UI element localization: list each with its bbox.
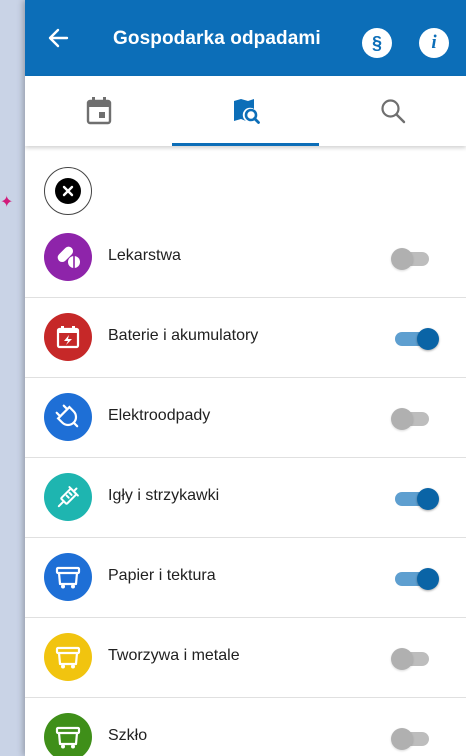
toggle-switch[interactable] (391, 726, 441, 752)
info-icon: i (431, 32, 437, 53)
list-item-baterie[interactable]: Baterie i akumulatory (25, 298, 466, 378)
pills-icon (44, 233, 92, 281)
list-item-tworzywa[interactable]: Tworzywa i metale (25, 618, 466, 698)
switch-thumb (417, 328, 439, 350)
list-item-label: Szkło (108, 727, 148, 744)
switch-thumb (417, 488, 439, 510)
bin-icon (44, 633, 92, 681)
list-item-label: Elektroodpady (108, 407, 211, 424)
switch-thumb (417, 568, 439, 590)
tab-bar (25, 76, 466, 146)
list-item-igly[interactable]: Igły i strzykawki (25, 458, 466, 538)
toggle-switch[interactable] (391, 646, 441, 672)
switch-thumb (391, 648, 413, 670)
clear-filter-button[interactable] (44, 167, 92, 215)
switch-thumb (391, 248, 413, 270)
app-window: Gospodarka odpadami § i Lekarstwa Bateri… (25, 0, 466, 756)
page-title: Gospodarka odpadami (113, 28, 321, 49)
list-item-label: Igły i strzykawki (108, 487, 220, 504)
waste-category-list: Lekarstwa Baterie i akumulatory Elektroo… (25, 146, 466, 756)
calendar-icon (86, 97, 111, 125)
search-icon (380, 99, 405, 124)
regulations-button[interactable]: § (362, 28, 392, 58)
toggle-switch[interactable] (391, 566, 441, 592)
app-bar: Gospodarka odpadami § i (25, 0, 466, 76)
toggle-switch[interactable] (391, 486, 441, 512)
toggle-switch[interactable] (391, 246, 441, 272)
clear-filter-row (25, 146, 466, 218)
list-item-label: Tworzywa i metale (108, 647, 240, 664)
info-button[interactable]: i (419, 28, 449, 58)
list-item-lekarstwa[interactable]: Lekarstwa (25, 218, 466, 298)
back-arrow-icon (48, 28, 69, 48)
tab-search[interactable] (319, 76, 466, 146)
list-item-label: Papier i tektura (108, 567, 216, 584)
battery-icon (44, 313, 92, 361)
paragraph-icon: § (371, 32, 382, 53)
switch-thumb (391, 728, 413, 750)
tab-map[interactable] (172, 76, 319, 146)
bin-icon (44, 553, 92, 601)
plug-icon (44, 393, 92, 441)
list-item-elektroodpady[interactable]: Elektroodpady (25, 378, 466, 458)
list-item-papier[interactable]: Papier i tektura (25, 538, 466, 618)
toggle-switch[interactable] (391, 326, 441, 352)
map-search-icon (233, 99, 260, 124)
back-button[interactable] (43, 24, 73, 52)
syringe-icon (44, 473, 92, 521)
close-icon (55, 178, 81, 204)
background-accent-mark: ✦ (0, 194, 14, 211)
list-item-szklo[interactable]: Szkło (25, 698, 466, 756)
list-item-label: Lekarstwa (108, 247, 181, 264)
list-item-label: Baterie i akumulatory (108, 327, 259, 344)
toggle-switch[interactable] (391, 406, 441, 432)
bin-icon (44, 713, 92, 756)
tab-calendar[interactable] (25, 76, 172, 146)
switch-thumb (391, 408, 413, 430)
